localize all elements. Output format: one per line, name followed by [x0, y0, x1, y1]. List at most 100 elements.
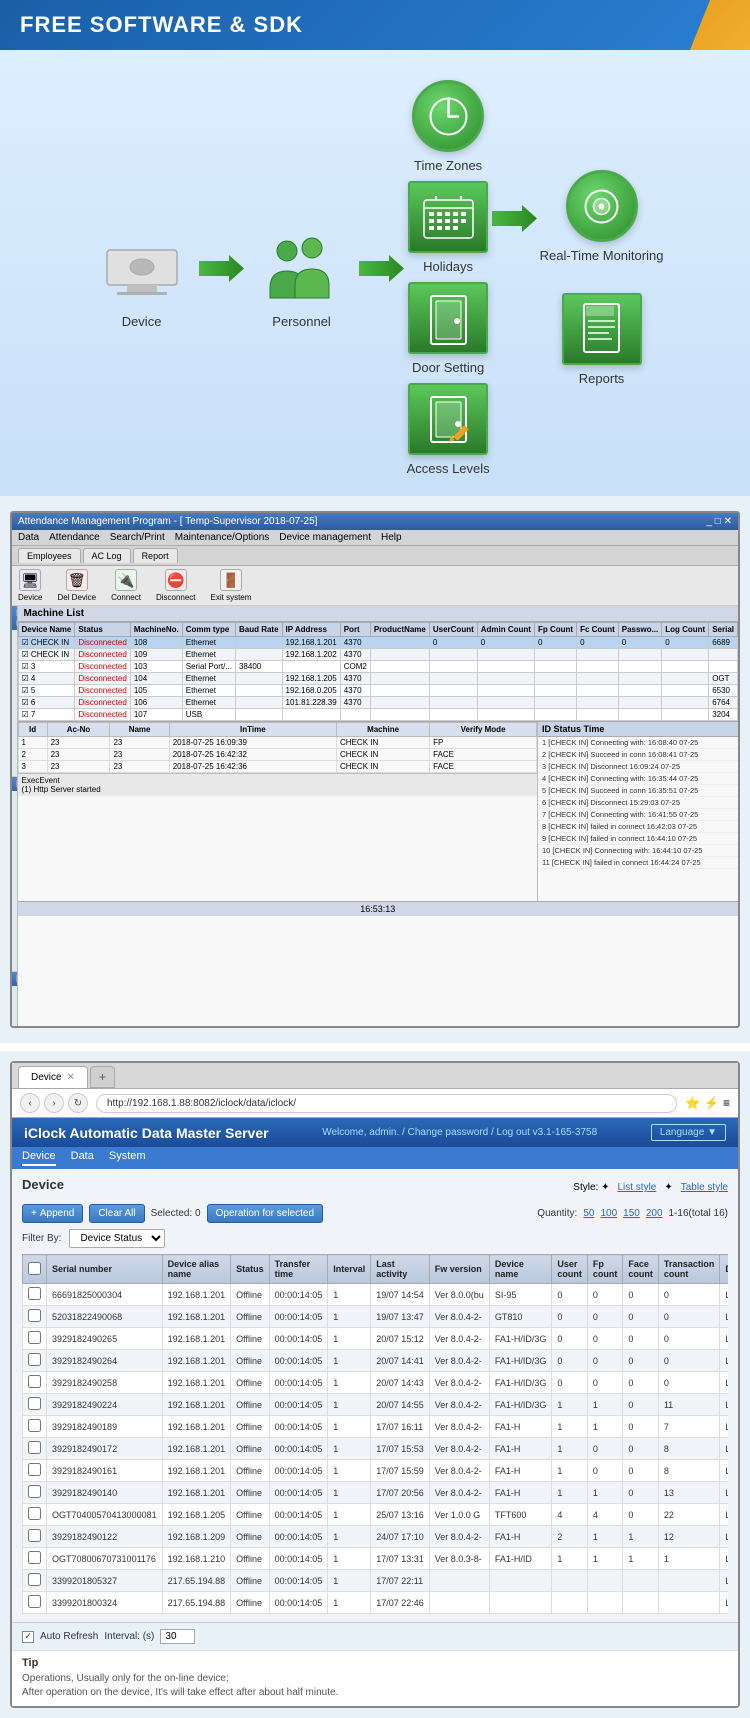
- nav-device[interactable]: Device: [22, 1150, 56, 1166]
- event-row[interactable]: 323232018-07-25 16:42:36CHECK INFACE: [18, 761, 536, 773]
- qty-200[interactable]: 200: [646, 1208, 663, 1219]
- web-table-row[interactable]: 3929182490224 192.168.1.201 Offline 00:0…: [23, 1394, 729, 1416]
- web-table-row[interactable]: 3929182490122 192.168.1.209 Offline 00:0…: [23, 1526, 729, 1548]
- forward-btn[interactable]: ›: [44, 1093, 64, 1113]
- event-row[interactable]: 123232018-07-25 16:09:39CHECK INFP: [18, 737, 536, 749]
- btn-del-device[interactable]: 🗑 Del Device: [57, 569, 96, 602]
- row-checkbox[interactable]: [28, 1463, 41, 1476]
- browser-tab-device[interactable]: Device ✕: [18, 1066, 88, 1088]
- menu-help[interactable]: Help: [381, 532, 402, 543]
- web-table-row[interactable]: OGT70400570413000081 192.168.1.205 Offli…: [23, 1504, 729, 1526]
- row-checkbox[interactable]: [28, 1485, 41, 1498]
- menu-attendance[interactable]: Attendance: [49, 532, 100, 543]
- col-status[interactable]: Status: [231, 1255, 270, 1284]
- col-last[interactable]: Last activity: [371, 1255, 430, 1284]
- menu-searchprint[interactable]: Search/Print: [110, 532, 165, 543]
- btn-disconnect[interactable]: ⛔ Disconnect: [156, 569, 196, 602]
- menu-devicemgmt[interactable]: Device management: [279, 532, 371, 543]
- menu-data[interactable]: Data: [18, 532, 39, 543]
- row-checkbox[interactable]: [28, 1331, 41, 1344]
- web-table-row[interactable]: 3929182490264 192.168.1.201 Offline 00:0…: [23, 1350, 729, 1372]
- row-checkbox[interactable]: [28, 1375, 41, 1388]
- web-table-row[interactable]: 52031822490068 192.168.1.201 Offline 00:…: [23, 1306, 729, 1328]
- clear-all-btn[interactable]: Clear All: [89, 1204, 144, 1223]
- col-face[interactable]: Face count: [623, 1255, 659, 1284]
- web-table-row[interactable]: 66691825000304 192.168.1.201 Offline 00:…: [23, 1284, 729, 1306]
- web-table-row[interactable]: 3929182490172 192.168.1.201 Offline 00:0…: [23, 1438, 729, 1460]
- machine-list-header: Machine List: [18, 606, 738, 622]
- nav-data[interactable]: Data: [71, 1150, 94, 1166]
- refresh-btn[interactable]: ↻: [68, 1093, 88, 1113]
- list-style-btn[interactable]: List style: [617, 1182, 656, 1193]
- row-checkbox[interactable]: [28, 1419, 41, 1432]
- row-checkbox[interactable]: [28, 1287, 41, 1300]
- row-checkbox[interactable]: [28, 1397, 41, 1410]
- table-row[interactable]: ☑ 7Disconnected107USB3204: [18, 709, 737, 721]
- web-table-row[interactable]: 3399201805327 217.65.194.88 Offline 00:0…: [23, 1570, 729, 1592]
- table-row[interactable]: ☑ CHECK INDisconnected109Ethernet192.168…: [18, 649, 737, 661]
- qty-100[interactable]: 100: [600, 1208, 617, 1219]
- append-btn[interactable]: + Append: [22, 1204, 83, 1223]
- header-banner: FREE SOFTWARE & SDK: [0, 0, 750, 50]
- col-trans[interactable]: Transaction count: [658, 1255, 720, 1284]
- col-log: Log Count: [662, 623, 709, 637]
- select-all-checkbox[interactable]: [28, 1262, 41, 1275]
- col-transfer[interactable]: Transfer time: [269, 1255, 328, 1284]
- web-table-row[interactable]: 3399201800324 217.65.194.88 Offline 00:0…: [23, 1592, 729, 1614]
- tab-add-btn[interactable]: +: [90, 1066, 115, 1088]
- bookmark-icon[interactable]: ⭐: [685, 1096, 700, 1110]
- web-table-row[interactable]: 3929182490258 192.168.1.201 Offline 00:0…: [23, 1372, 729, 1394]
- table-row[interactable]: ☑ 4Disconnected104Ethernet192.168.1.2054…: [18, 673, 737, 685]
- web-table-row[interactable]: 3929182490265 192.168.1.201 Offline 00:0…: [23, 1328, 729, 1350]
- col-fw[interactable]: Fw version: [429, 1255, 489, 1284]
- tab-aclog[interactable]: AC Log: [83, 548, 131, 563]
- row-checkbox[interactable]: [28, 1507, 41, 1520]
- qty-150[interactable]: 150: [623, 1208, 640, 1219]
- btn-exit[interactable]: 🚪 Exit system: [211, 569, 252, 602]
- row-checkbox[interactable]: [28, 1309, 41, 1322]
- event-row[interactable]: 223232018-07-25 16:42:32CHECK INFACE: [18, 749, 536, 761]
- tab-employees[interactable]: Employees: [18, 548, 81, 563]
- extension-icon[interactable]: ⚡: [704, 1096, 719, 1110]
- web-table-row[interactable]: 3929182490189 192.168.1.201 Offline 00:0…: [23, 1416, 729, 1438]
- row-checkbox[interactable]: [28, 1551, 41, 1564]
- filter-select[interactable]: Device Status: [69, 1229, 165, 1248]
- language-dropdown[interactable]: Language ▼: [651, 1124, 726, 1141]
- address-bar[interactable]: http://192.168.1.88:8082/iclock/data/icl…: [96, 1094, 677, 1113]
- row-checkbox[interactable]: [28, 1441, 41, 1454]
- col-device[interactable]: Device name: [489, 1255, 552, 1284]
- back-btn[interactable]: ‹: [20, 1093, 40, 1113]
- table-style-btn[interactable]: Table style: [681, 1182, 728, 1193]
- col-serial[interactable]: Serial number: [47, 1255, 163, 1284]
- table-row[interactable]: ☑ 6Disconnected106Ethernet101.81.228.394…: [18, 697, 737, 709]
- row-checkbox[interactable]: [28, 1573, 41, 1586]
- col-alias[interactable]: Device alias name: [162, 1255, 231, 1284]
- right-column: Real-Time Monitoring Reports: [540, 170, 664, 386]
- interval-input[interactable]: [160, 1629, 195, 1644]
- auto-refresh-checkbox[interactable]: [22, 1631, 34, 1643]
- web-table-row[interactable]: 3929182490140 192.168.1.201 Offline 00:0…: [23, 1482, 729, 1504]
- web-table-row[interactable]: 3929182490161 192.168.1.201 Offline 00:0…: [23, 1460, 729, 1482]
- menu-maintenance[interactable]: Maintenance/Options: [175, 532, 270, 543]
- qty-50[interactable]: 50: [583, 1208, 594, 1219]
- row-checkbox[interactable]: [28, 1595, 41, 1608]
- nav-system[interactable]: System: [109, 1150, 146, 1166]
- col-interval[interactable]: Interval: [328, 1255, 371, 1284]
- tab-close-icon[interactable]: ✕: [67, 1072, 75, 1083]
- btn-device[interactable]: 🖥 Device: [18, 569, 42, 602]
- web-content: Device Style: ✦ List style ✦ Table style…: [12, 1169, 738, 1622]
- table-row[interactable]: ☑ CHECK INDisconnected108Ethernet192.168…: [18, 637, 737, 649]
- table-row[interactable]: ☑ 3Disconnected103Serial Port/...38400CO…: [18, 661, 737, 673]
- col-fp[interactable]: Fp count: [587, 1255, 623, 1284]
- web-table-row[interactable]: OGT70800670731001176 192.168.1.210 Offli…: [23, 1548, 729, 1570]
- tab-report[interactable]: Report: [133, 548, 178, 563]
- table-row[interactable]: ☑ 5Disconnected105Ethernet192.168.0.2054…: [18, 685, 737, 697]
- menu-icon[interactable]: ≡: [723, 1096, 730, 1110]
- operation-btn[interactable]: Operation for selected: [207, 1204, 323, 1223]
- col-data[interactable]: Data: [720, 1255, 728, 1284]
- device-table: Serial number Device alias name Status T…: [22, 1254, 728, 1614]
- row-checkbox[interactable]: [28, 1529, 41, 1542]
- col-users[interactable]: User count: [552, 1255, 588, 1284]
- btn-connect[interactable]: 🔌 Connect: [111, 569, 141, 602]
- row-checkbox[interactable]: [28, 1353, 41, 1366]
